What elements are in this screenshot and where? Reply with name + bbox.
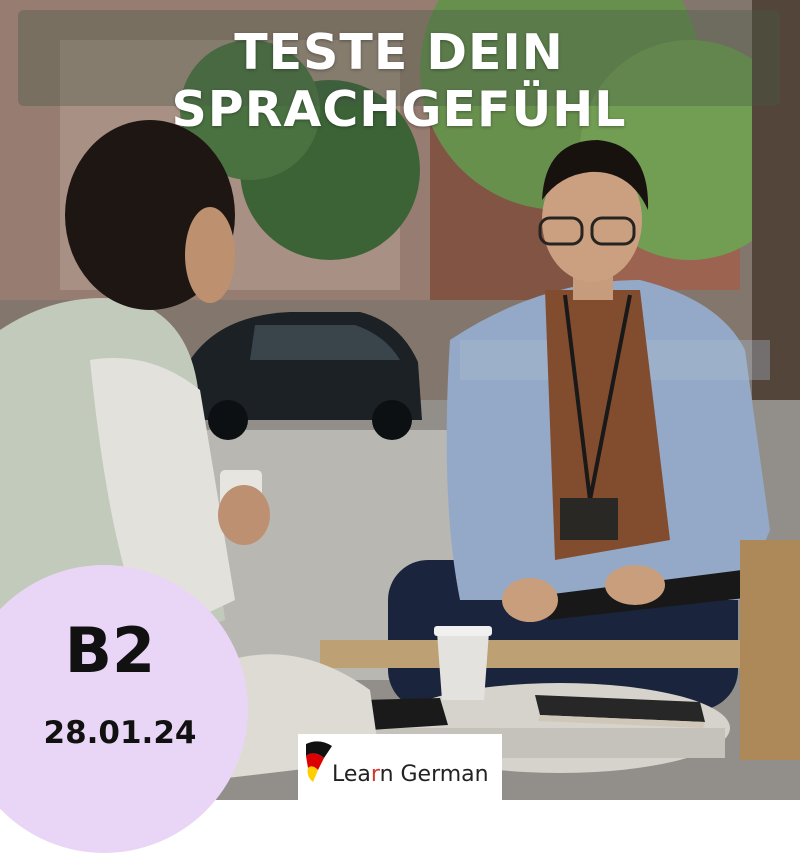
level-label: B2 [64,614,156,687]
logo-wordmark: Learn German [332,762,489,787]
date-label: 28.01.24 [43,715,197,751]
logo-text-start: Lea [332,762,371,787]
germany-flag-speech-bubble-icon [306,741,332,782]
logo-text-accent: r [370,762,380,787]
headline: TESTE DEIN SPRACHGEFÜHL [171,24,627,138]
logo-text-end: n German [379,762,489,787]
